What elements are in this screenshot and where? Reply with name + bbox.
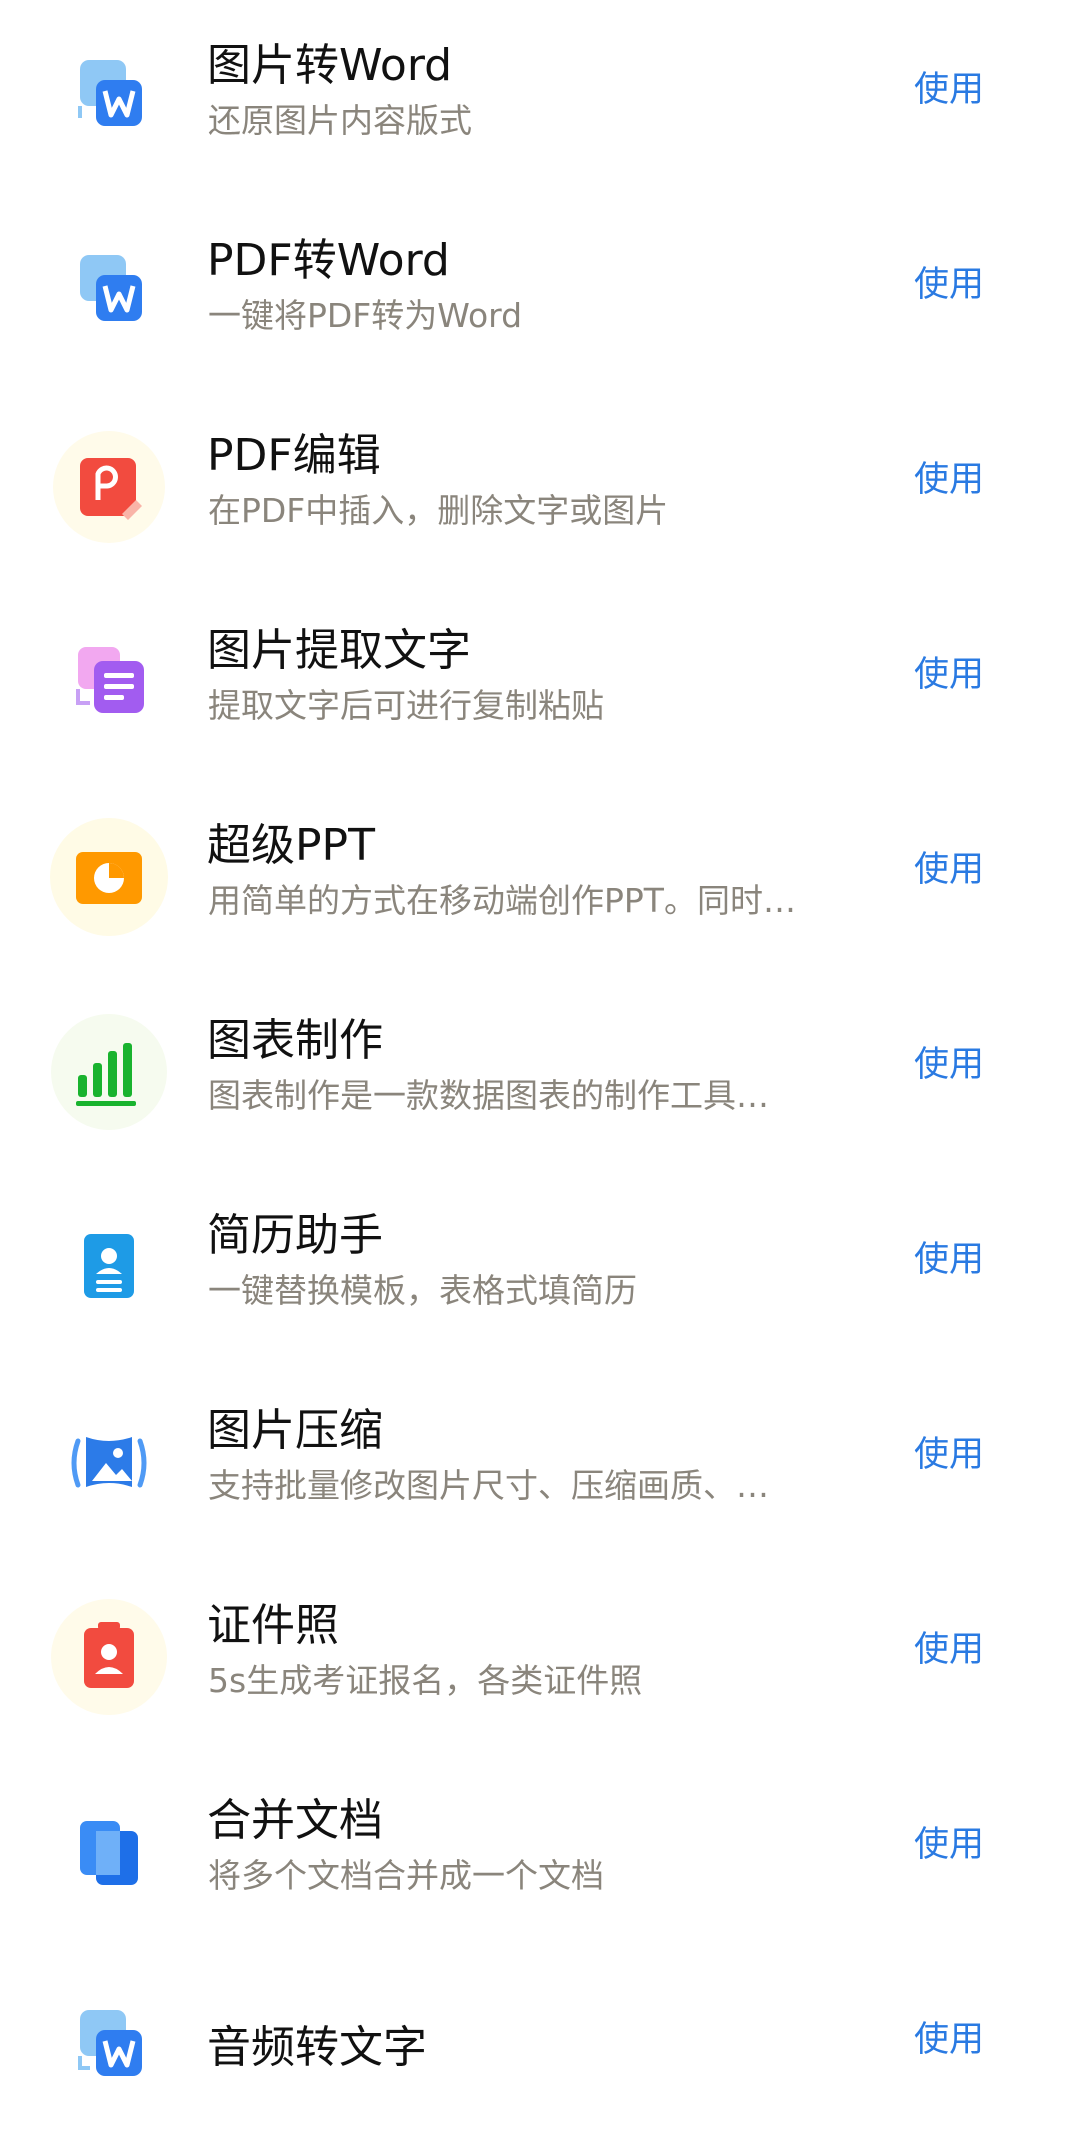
tool-title: PDF编辑: [207, 430, 381, 481]
tool-title: 简历助手: [207, 1210, 383, 1261]
use-button[interactable]: 使用: [914, 848, 984, 892]
use-button[interactable]: 使用: [914, 653, 984, 697]
tool-subtitle: 将多个文档合并成一个文档: [208, 1856, 604, 1895]
tool-subtitle: 一键替换模板，表格式填简历: [208, 1271, 637, 1310]
tool-item-image-to-word[interactable]: 图片转Word 还原图片内容版式 使用: [0, 0, 1080, 195]
use-button[interactable]: 使用: [914, 1628, 984, 1672]
use-button[interactable]: 使用: [914, 1238, 984, 1282]
ppt-icon: [50, 818, 168, 936]
use-button[interactable]: 使用: [914, 1823, 984, 1867]
use-button[interactable]: 使用: [914, 1043, 984, 1087]
use-button[interactable]: 使用: [914, 68, 984, 112]
resume-icon: [50, 1208, 168, 1326]
tool-item-resume-helper[interactable]: 简历助手 一键替换模板，表格式填简历 使用: [0, 1170, 1080, 1365]
pdf-to-word-icon: [50, 233, 168, 351]
tool-item-chart-maker[interactable]: 图表制作 图表制作是一款数据图表的制作工具… 使用: [0, 975, 1080, 1170]
image-to-word-icon: [50, 38, 168, 156]
tool-subtitle: 还原图片内容版式: [208, 101, 472, 140]
tool-subtitle: 支持批量修改图片尺寸、压缩画质、…: [208, 1466, 769, 1505]
tool-title: 图片提取文字: [207, 625, 471, 676]
use-button[interactable]: 使用: [914, 263, 984, 307]
tool-item-pdf-edit[interactable]: PDF编辑 在PDF中插入，删除文字或图片 使用: [0, 390, 1080, 585]
use-button[interactable]: 使用: [914, 2018, 984, 2062]
tool-title: 超级PPT: [207, 820, 375, 871]
tool-subtitle: 一键将PDF转为Word: [208, 296, 523, 335]
tool-item-id-photo[interactable]: 证件照 5s生成考证报名，各类证件照 使用: [0, 1560, 1080, 1755]
tool-title: 音频转文字: [207, 2022, 427, 2073]
image-compress-icon: [50, 1403, 168, 1521]
tool-subtitle: 用简单的方式在移动端创作PPT。同时…: [208, 881, 796, 920]
tool-title: 图表制作: [207, 1015, 383, 1066]
tool-item-merge-docs[interactable]: 合并文档 将多个文档合并成一个文档 使用: [0, 1755, 1080, 1950]
bar-chart-icon: [50, 1013, 168, 1131]
use-button[interactable]: 使用: [914, 458, 984, 502]
tool-item-pdf-to-word[interactable]: PDF转Word 一键将PDF转为Word 使用: [0, 195, 1080, 390]
audio-to-text-icon: [50, 1988, 168, 2106]
tool-title: 合并文档: [207, 1795, 383, 1846]
tool-title: 证件照: [207, 1600, 339, 1651]
tool-subtitle: 提取文字后可进行复制粘贴: [208, 686, 604, 725]
tool-title: 图片压缩: [207, 1405, 383, 1456]
tool-subtitle: 5s生成考证报名，各类证件照: [208, 1661, 643, 1700]
id-photo-icon: [50, 1598, 168, 1716]
tool-title: 图片转Word: [207, 40, 453, 91]
tool-item-audio-to-text[interactable]: 音频转文字 使用: [0, 1950, 1080, 2145]
tool-title: PDF转Word: [207, 235, 450, 286]
use-button[interactable]: 使用: [914, 1433, 984, 1477]
tool-item-image-text-extract[interactable]: 图片提取文字 提取文字后可进行复制粘贴 使用: [0, 585, 1080, 780]
merge-docs-icon: [50, 1793, 168, 1911]
tool-item-image-compress[interactable]: 图片压缩 支持批量修改图片尺寸、压缩画质、… 使用: [0, 1365, 1080, 1560]
tool-item-super-ppt[interactable]: 超级PPT 用简单的方式在移动端创作PPT。同时… 使用: [0, 780, 1080, 975]
tool-subtitle: 在PDF中插入，删除文字或图片: [208, 491, 669, 530]
tool-list: 图片转Word 还原图片内容版式 使用 PDF转Word 一键将PDF转为Wor…: [0, 0, 1080, 2145]
tool-subtitle: 图表制作是一款数据图表的制作工具…: [208, 1076, 769, 1115]
image-text-extract-icon: [50, 623, 168, 741]
pdf-edit-icon: [50, 428, 168, 546]
